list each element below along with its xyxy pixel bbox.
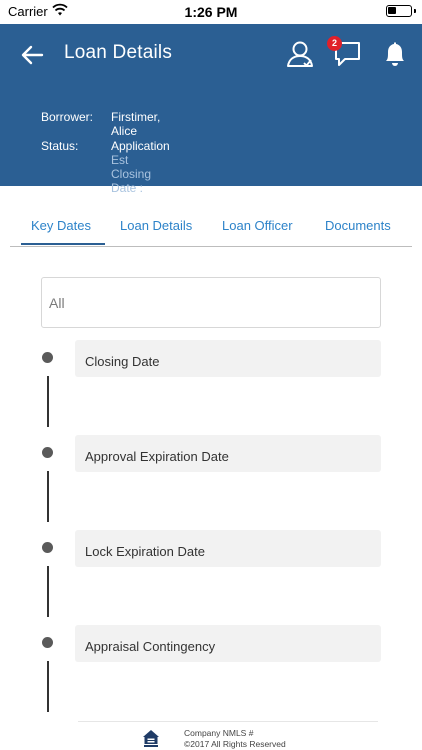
timeline-item-label: Approval Expiration Date <box>85 449 229 464</box>
timeline-dot <box>42 447 53 458</box>
tab-loan-officer[interactable]: Loan Officer <box>222 218 293 233</box>
timeline-item-label: Closing Date <box>85 354 160 369</box>
timeline-item[interactable]: Approval Expiration Date <box>75 435 381 472</box>
notifications-button[interactable] <box>378 38 412 70</box>
messages-button[interactable]: 2 <box>327 36 364 70</box>
timeline-item[interactable]: Lock Expiration Date <box>75 530 381 567</box>
loan-header: Loan Details 2 Borrower: Firstimer, Alic… <box>0 24 422 195</box>
timeline-connector <box>47 566 49 617</box>
date-filter-select[interactable]: All <box>41 277 381 328</box>
status-label: Status: <box>41 139 79 153</box>
tab-bar: Key Dates Loan Details Loan Officer Docu… <box>10 210 412 247</box>
tab-key-dates[interactable]: Key Dates <box>31 218 91 233</box>
footer-legal: Company NMLS # ©2017 All Rights Reserved <box>184 728 286 750</box>
borrower-value: Firstimer, Alice <box>111 110 161 138</box>
filter-value: All <box>49 295 65 311</box>
timeline-dot <box>42 352 53 363</box>
back-arrow-icon <box>21 45 44 65</box>
profile-icon <box>287 41 313 67</box>
tab-loan-details[interactable]: Loan Details <box>120 218 192 233</box>
clock: 1:26 PM <box>184 4 238 20</box>
timeline-item-label: Appraisal Contingency <box>85 639 216 654</box>
status-bar: Carrier 1:26 PM <box>0 0 422 24</box>
battery-icon <box>386 5 416 17</box>
status-value: Application <box>111 139 170 153</box>
timeline-connector <box>47 471 49 522</box>
active-tab-indicator <box>21 243 105 245</box>
est-closing-date-label: Est Closing Date : <box>111 153 152 195</box>
timeline-dot <box>42 542 53 553</box>
profile-button[interactable] <box>284 38 318 70</box>
timeline-item[interactable]: Appraisal Contingency <box>75 625 381 662</box>
footer-divider <box>78 721 378 722</box>
timeline-item-label: Lock Expiration Date <box>85 544 205 559</box>
notification-badge: 2 <box>327 36 342 51</box>
timeline-dot <box>42 637 53 648</box>
timeline-connector <box>47 661 49 712</box>
equal-housing-opportunity-icon <box>143 730 159 747</box>
borrower-label: Borrower: <box>41 110 94 124</box>
page-title: Loan Details <box>64 42 173 63</box>
tab-documents[interactable]: Documents <box>325 218 391 233</box>
timeline-item[interactable]: Closing Date <box>75 340 381 377</box>
copyright-label: ©2017 All Rights Reserved <box>184 739 286 749</box>
timeline-connector <box>47 376 49 427</box>
company-nmls-label: Company NMLS # <box>184 728 254 738</box>
bell-icon <box>386 42 404 66</box>
back-button[interactable] <box>18 40 48 70</box>
